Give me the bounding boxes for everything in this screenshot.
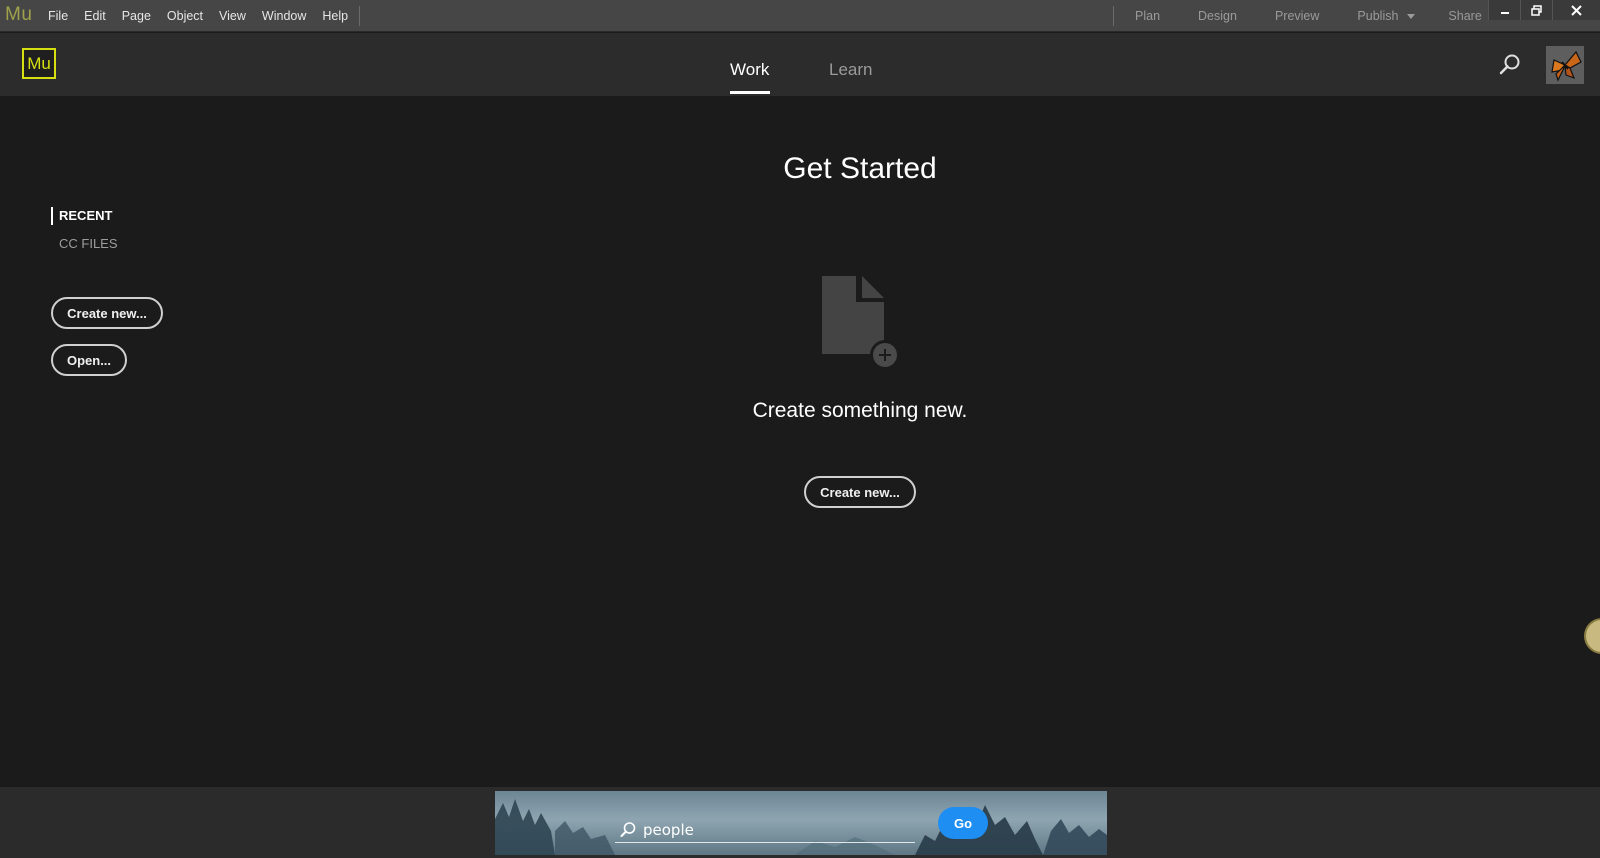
restore-button[interactable] — [1520, 0, 1552, 20]
close-button[interactable] — [1552, 0, 1600, 20]
user-avatar[interactable] — [1546, 46, 1584, 84]
menu-edit[interactable]: Edit — [76, 9, 114, 23]
menu-separator — [359, 6, 360, 26]
menu-object[interactable]: Object — [159, 9, 211, 23]
sidebar: RECENT CC FILES — [51, 207, 231, 256]
adobe-muse-window: Mu File Edit Page Object View Window Hel… — [0, 0, 1600, 858]
mode-preview[interactable]: Preview — [1256, 9, 1338, 23]
open-button[interactable]: Open... — [51, 344, 127, 376]
stock-banner: Go — [495, 791, 1107, 855]
app-badge: Mu — [5, 4, 33, 25]
menu-help[interactable]: Help — [314, 9, 356, 23]
page-title: Get Started — [783, 152, 937, 185]
search-button[interactable] — [1498, 53, 1522, 77]
header-bar: Mu Work Learn — [0, 33, 1600, 97]
tab-work[interactable]: Work — [730, 60, 769, 80]
menu-page[interactable]: Page — [114, 9, 159, 23]
chevron-down-icon — [1407, 13, 1416, 19]
menu-file[interactable]: File — [40, 9, 76, 23]
sidebar-create-new-button[interactable]: Create new... — [51, 297, 163, 329]
search-icon — [1499, 54, 1520, 75]
create-new-button[interactable]: Create new... — [804, 476, 916, 508]
search-icon — [620, 821, 636, 837]
new-document-illustration — [818, 274, 902, 370]
mode-plan[interactable]: Plan — [1116, 9, 1179, 23]
mode-tabs: Plan Design Preview Publish Share — [1116, 0, 1501, 32]
sidebar-item-recent[interactable]: RECENT — [51, 207, 231, 225]
restore-icon — [1531, 4, 1542, 16]
mode-publish[interactable]: Publish — [1338, 9, 1429, 23]
mode-design[interactable]: Design — [1179, 9, 1256, 23]
minimize-button[interactable] — [1488, 0, 1520, 20]
nav-tabs: Work Learn — [0, 33, 1600, 97]
empty-state-message: Create something new. — [752, 399, 968, 422]
menu-items: File Edit Page Object View Window Help — [40, 0, 356, 32]
minimize-icon — [1500, 12, 1509, 14]
menu-view[interactable]: View — [211, 9, 254, 23]
menubar: Mu File Edit Page Object View Window Hel… — [0, 0, 1600, 32]
close-icon — [1571, 4, 1582, 16]
menu-window[interactable]: Window — [254, 9, 314, 23]
stock-search-input[interactable] — [643, 820, 903, 839]
floating-handle[interactable] — [1584, 618, 1600, 654]
go-button[interactable]: Go — [938, 807, 988, 839]
window-controls — [1488, 0, 1600, 20]
stock-search-footer: Go — [0, 786, 1600, 858]
mode-publish-label: Publish — [1357, 9, 1399, 23]
muse-logo: Mu — [22, 48, 56, 79]
mode-separator — [1113, 6, 1114, 26]
butterfly-icon — [1546, 46, 1584, 84]
stock-search-field[interactable] — [615, 817, 915, 843]
tab-learn[interactable]: Learn — [829, 60, 872, 80]
sidebar-item-cc-files[interactable]: CC FILES — [51, 232, 231, 256]
active-tab-underline — [730, 91, 770, 94]
document-plus-icon — [822, 276, 900, 370]
